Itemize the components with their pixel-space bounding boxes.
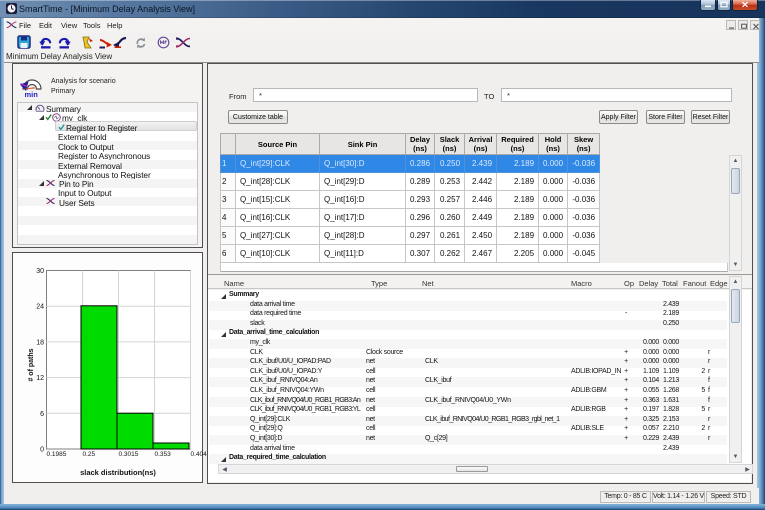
svg-text:30: 30 bbox=[36, 268, 44, 275]
svg-text:0.25: 0.25 bbox=[83, 451, 96, 458]
svg-text:slack distribution(ns): slack distribution(ns) bbox=[80, 468, 156, 477]
svg-text:18: 18 bbox=[36, 339, 44, 346]
svg-text:0.353: 0.353 bbox=[155, 451, 172, 458]
svg-text:12: 12 bbox=[36, 375, 44, 382]
svg-text:0.404: 0.404 bbox=[191, 451, 208, 458]
svg-text:min: min bbox=[25, 90, 39, 99]
svg-text:0: 0 bbox=[40, 447, 44, 454]
svg-text:6: 6 bbox=[40, 411, 44, 418]
svg-text:0.3015: 0.3015 bbox=[119, 451, 139, 458]
svg-text:# of paths: # of paths bbox=[28, 348, 35, 381]
svg-text:0.1985: 0.1985 bbox=[47, 451, 67, 458]
svg-text:24: 24 bbox=[36, 304, 44, 311]
